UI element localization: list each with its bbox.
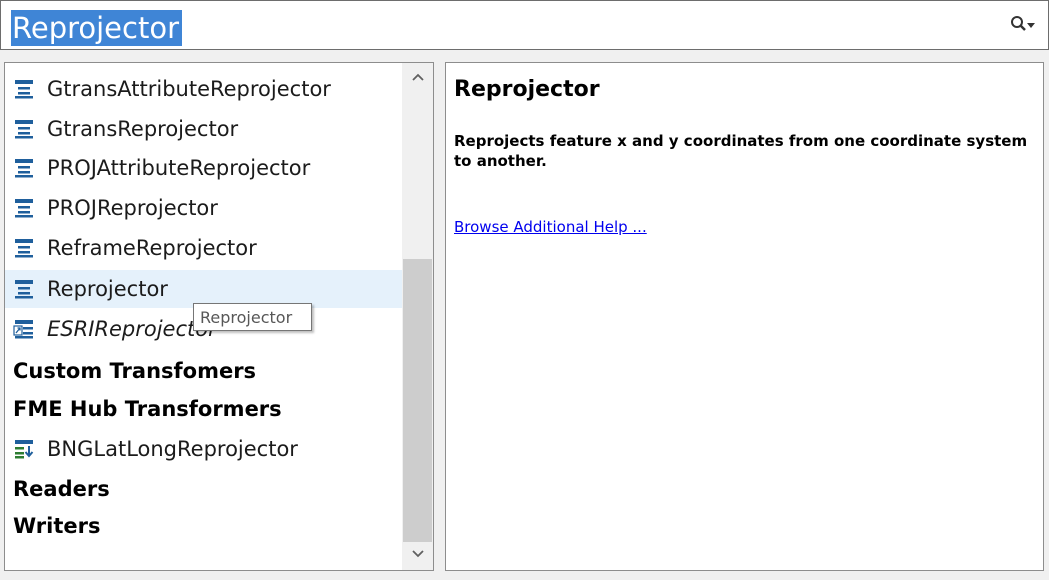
- list-item-label: GtransAttributeReprojector: [47, 77, 331, 101]
- list-item-label: PROJAttributeReprojector: [47, 156, 311, 180]
- list-item-gtrans-attribute-reprojector[interactable]: GtransAttributeReprojector: [5, 70, 403, 108]
- search-input[interactable]: Reprojector: [11, 10, 183, 46]
- category-custom-transformers[interactable]: Custom Transfomers: [13, 352, 256, 390]
- list-item-bng-lat-long-reprojector[interactable]: BNGLatLongReprojector: [5, 430, 403, 468]
- transformer-icon: [15, 239, 33, 258]
- list-item-label: ReframeReprojector: [47, 236, 257, 260]
- scroll-up-icon[interactable]: [411, 72, 425, 82]
- scroll-down-icon[interactable]: [411, 549, 425, 559]
- list-item-label: Reprojector: [47, 277, 168, 301]
- list-item-label: BNGLatLongReprojector: [47, 437, 298, 461]
- search-dropdown-icon[interactable]: [1010, 15, 1036, 35]
- category-writers[interactable]: Writers: [13, 507, 101, 545]
- download-transformer-icon: [15, 440, 34, 459]
- help-description: Reprojects feature x and y coordinates f…: [454, 132, 1028, 170]
- browse-help-link[interactable]: Browse Additional Help ...: [454, 218, 647, 236]
- list-item-reframe-reprojector[interactable]: ReframeReprojector: [5, 229, 403, 267]
- search-bar[interactable]: Reprojector: [0, 0, 1049, 50]
- scroll-thumb[interactable]: [403, 259, 432, 542]
- transformer-icon: [15, 80, 33, 99]
- transformer-icon: [15, 159, 33, 178]
- list-item-label: GtransReprojector: [47, 117, 239, 141]
- list-item-proj-reprojector[interactable]: PROJReprojector: [5, 189, 403, 227]
- list-scrollbar[interactable]: [402, 63, 433, 570]
- help-pane: Reprojector Reprojects feature x and y c…: [445, 62, 1044, 571]
- list-item-label: PROJReprojector: [47, 196, 218, 220]
- linked-transformer-icon: [13, 320, 33, 339]
- transformer-icon: [15, 280, 33, 299]
- category-readers[interactable]: Readers: [13, 470, 110, 508]
- list-item-label: ESRIReprojector: [47, 317, 217, 341]
- tooltip: Reprojector: [193, 303, 312, 331]
- help-title: Reprojector: [454, 77, 600, 102]
- transformer-icon: [15, 120, 33, 139]
- category-fme-hub-transformers[interactable]: FME Hub Transformers: [13, 390, 282, 428]
- list-item-proj-attribute-reprojector[interactable]: PROJAttributeReprojector: [5, 149, 403, 187]
- list-item-gtrans-reprojector[interactable]: GtransReprojector: [5, 110, 403, 148]
- transformer-icon: [15, 199, 33, 218]
